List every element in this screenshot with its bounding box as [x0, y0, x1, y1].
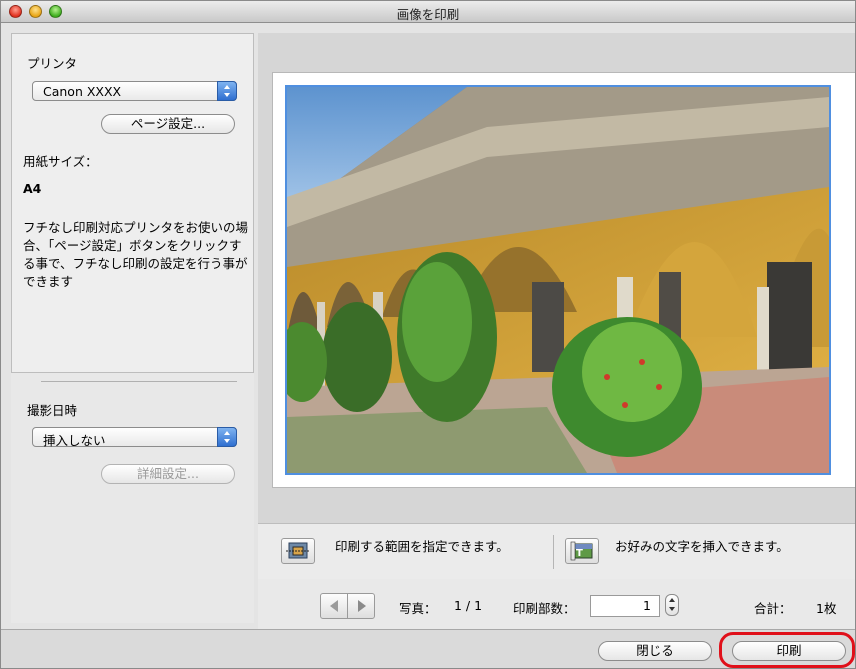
- printer-select[interactable]: Canon XXXX: [32, 81, 237, 101]
- copies-input[interactable]: 1: [590, 595, 660, 617]
- details-settings-button[interactable]: 詳細設定...: [101, 464, 235, 484]
- photo-label: 写真：: [399, 601, 437, 616]
- paper-size-label: 用紙サイズ：: [23, 154, 98, 169]
- photo-counter: 1 / 1: [454, 598, 483, 613]
- text-insert-button[interactable]: T: [565, 538, 599, 564]
- title-bar[interactable]: 画像を印刷: [1, 1, 855, 23]
- shooting-date-label: 撮影日時: [27, 403, 78, 418]
- triangle-right-icon[interactable]: [347, 593, 375, 619]
- crop-range-text: 印刷する範囲を指定できます。: [335, 539, 509, 554]
- crop-range-icon: [286, 542, 310, 559]
- copies-stepper[interactable]: [665, 594, 679, 616]
- print-dialog-window: 画像を印刷 プリンタ Canon XXXX ページ設定... 用紙サイズ： A4…: [0, 0, 856, 669]
- printer-select-value: Canon XXXX: [43, 84, 122, 99]
- triangle-left-icon[interactable]: [320, 593, 348, 619]
- paper-size-value: A4: [23, 181, 42, 196]
- total-label: 合計：: [754, 601, 792, 616]
- popup-arrows-icon: [217, 81, 237, 101]
- total-value: 1枚: [816, 601, 837, 616]
- shooting-date-select[interactable]: 挿入しない: [32, 427, 237, 448]
- print-button-highlight: [719, 632, 855, 668]
- close-button[interactable]: 閉じる: [598, 641, 712, 661]
- photo-preview[interactable]: [285, 85, 831, 475]
- panel-separator: [41, 381, 237, 382]
- crop-range-button[interactable]: [281, 538, 315, 564]
- copies-label: 印刷部数：: [513, 601, 576, 616]
- text-insert-icon: T: [570, 541, 593, 561]
- printer-label: プリンタ: [27, 56, 78, 71]
- shooting-date-select-value: 挿入しない: [43, 433, 106, 448]
- borderless-help-text: フチなし印刷対応プリンタをお使いの場合、「ページ設定」ボタンをクリックする事で、…: [23, 220, 249, 289]
- popup-arrows-icon: [217, 427, 237, 447]
- courtyard-photo: [287, 87, 829, 473]
- window-title: 画像を印刷: [396, 7, 460, 22]
- page-setup-button[interactable]: ページ設定...: [101, 114, 235, 134]
- svg-text:T: T: [576, 548, 583, 559]
- tools-divider: [553, 535, 554, 569]
- text-insert-text: お好みの文字を挿入できます。: [615, 539, 789, 554]
